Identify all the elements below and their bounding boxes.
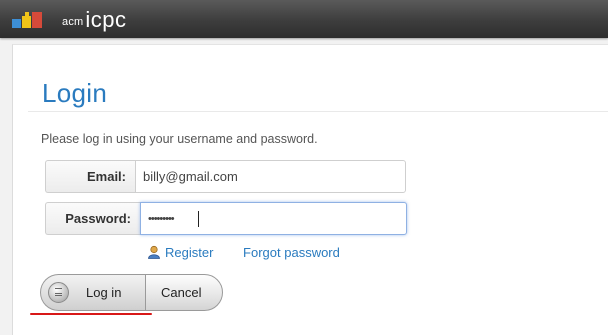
brand-logo-big: icpc [85, 7, 127, 32]
password-row: Password: [45, 202, 407, 235]
top-header-bar: acmicpc [0, 0, 608, 38]
register-link[interactable]: Register [165, 245, 213, 260]
email-field[interactable] [135, 160, 406, 193]
email-label: Email: [45, 160, 135, 193]
text-caret [198, 211, 199, 227]
page-title: Login [42, 78, 108, 108]
lock-icon [48, 282, 69, 303]
title-divider [28, 111, 608, 112]
brand-logo[interactable]: acmicpc [62, 7, 127, 33]
cancel-button-label: Cancel [161, 285, 202, 300]
brand-logo-small: acm [62, 16, 84, 28]
user-icon [148, 245, 160, 259]
login-instructions: Please log in using your username and pa… [41, 132, 318, 146]
login-button[interactable]: Log in [40, 274, 146, 311]
login-button-label: Log in [86, 285, 122, 300]
password-field[interactable] [140, 202, 407, 235]
icpc-logo-icon [12, 12, 42, 28]
cancel-button[interactable]: Cancel [145, 274, 223, 311]
email-row: Email: [45, 160, 406, 193]
forgot-password-link[interactable]: Forgot password [243, 245, 340, 260]
password-label: Password: [45, 202, 140, 235]
red-underline-annotation [30, 313, 152, 315]
account-links: Register Forgot password [147, 245, 340, 260]
